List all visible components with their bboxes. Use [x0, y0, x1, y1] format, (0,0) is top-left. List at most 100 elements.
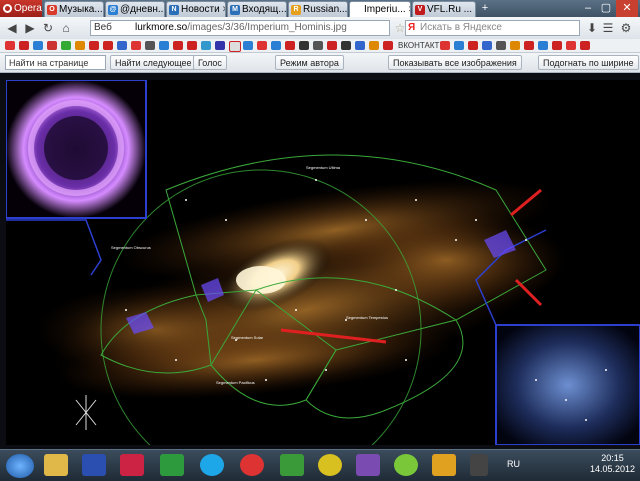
bookmark-icon[interactable] — [229, 41, 241, 52]
home-button[interactable]: ⌂ — [58, 20, 74, 36]
close-icon[interactable]: ✕ — [222, 2, 225, 17]
address-field[interactable]: Веб lurkmore.so/images/3/36/Imperium_Hom… — [90, 20, 390, 36]
minimize-button[interactable]: – — [580, 0, 596, 17]
bookmark-icon[interactable] — [159, 41, 169, 50]
bookmark-icon[interactable] — [117, 41, 127, 50]
bookmark-icon[interactable] — [580, 41, 590, 50]
opera-menu-label: Opera — [14, 3, 42, 14]
author-mode-button[interactable]: Режим автора — [275, 55, 344, 70]
tab-favicon-icon: V — [415, 4, 425, 15]
bookmark-icon[interactable] — [61, 41, 71, 50]
bookmark-icon[interactable] — [482, 41, 492, 50]
bookmark-icon[interactable] — [468, 41, 478, 50]
voice-button[interactable]: Голос — [193, 55, 227, 70]
show-images-button[interactable]: Показывать все изображения — [388, 55, 522, 70]
bookmark-icon[interactable] — [173, 41, 183, 50]
bookmark-icon[interactable] — [47, 41, 57, 50]
download-icon[interactable]: ⬇ — [584, 20, 600, 36]
tab-inbox[interactable]: M Входящ... ✕ — [227, 1, 287, 17]
tab-label: Входящ... — [242, 4, 287, 15]
tab-bar: Opera O Музыка... ✕ @ @дневн... ✕ N Ново… — [0, 0, 640, 17]
skype-icon[interactable] — [200, 454, 224, 476]
bookmark-icon[interactable] — [524, 41, 534, 50]
bookmark-icon[interactable] — [271, 41, 281, 50]
new-tab-button[interactable]: + — [479, 0, 491, 17]
bookmark-icon[interactable] — [201, 41, 211, 50]
bookmark-icon[interactable] — [89, 41, 99, 50]
address-toolbar: ◀ ▶ ↻ ⌂ Веб lurkmore.so/images/3/36/Impe… — [0, 17, 640, 40]
bookmark-icon[interactable] — [33, 41, 43, 50]
bookmark-icon[interactable] — [566, 41, 576, 50]
search-input[interactable]: Я Искать в Яндексе — [405, 20, 580, 36]
save-icon[interactable] — [82, 454, 106, 476]
bookmark-icon[interactable] — [454, 41, 464, 50]
media-icon[interactable] — [356, 454, 380, 476]
opera-taskbar-icon[interactable] — [240, 454, 264, 476]
close-icon[interactable]: ✕ — [474, 2, 475, 17]
bookmark-icon[interactable] — [243, 41, 253, 50]
bookmark-icon[interactable] — [369, 41, 379, 50]
bookmark-icon[interactable] — [19, 41, 29, 50]
utorrent-icon[interactable] — [280, 454, 304, 476]
tab-diary[interactable]: @ @дневн... ✕ — [105, 1, 165, 17]
bookmark-icon[interactable] — [538, 41, 548, 50]
yandex-icon: Я — [408, 22, 416, 33]
close-icon[interactable]: ✕ — [408, 2, 410, 17]
bookmark-icon[interactable] — [145, 41, 155, 50]
tasks-icon[interactable] — [432, 454, 456, 476]
bookmark-icon[interactable] — [327, 41, 337, 50]
bookmark-icon[interactable] — [131, 41, 141, 50]
drive-icon[interactable] — [160, 454, 184, 476]
start-button[interactable] — [6, 454, 34, 478]
label-segmentum-solar: Segmentum Solar — [231, 335, 264, 340]
url-scheme-label: Веб — [94, 22, 112, 33]
url-path: /images/3/36/Imperium_Hominis.jpg — [187, 22, 347, 33]
bookmark-icon[interactable] — [75, 41, 85, 50]
explorer-icon[interactable] — [44, 454, 68, 476]
tab-russian[interactable]: R Russian... ✕ — [288, 1, 348, 17]
label-segmentum-pacificus: Segmentum Pacificus — [216, 380, 255, 385]
bookmark-icon[interactable] — [103, 41, 113, 50]
bookmark-icon[interactable] — [285, 41, 295, 50]
back-button[interactable]: ◀ — [4, 20, 20, 36]
tab-vfl[interactable]: V VFL.Ru ... ✕ — [412, 1, 476, 17]
media-player-icon[interactable] — [120, 454, 144, 476]
tab-favicon-icon — [352, 4, 362, 15]
bookmark-icon[interactable] — [5, 41, 15, 50]
bookmark-icon[interactable] — [215, 41, 225, 50]
fit-width-button[interactable]: Подогнать по ширине — [538, 55, 639, 70]
sidebar-icon[interactable]: ☰ — [600, 20, 616, 36]
forward-button[interactable]: ▶ — [22, 20, 38, 36]
tab-music[interactable]: O Музыка... ✕ — [44, 1, 104, 17]
language-indicator[interactable]: RU — [507, 459, 520, 469]
bookmark-icon[interactable] — [510, 41, 520, 50]
bookmark-icon[interactable] — [383, 41, 393, 50]
find-next-button[interactable]: Найти следующее — [110, 55, 197, 70]
bookmark-icon[interactable] — [440, 41, 450, 50]
search-placeholder: Искать в Яндексе — [420, 22, 502, 33]
bookmark-icon[interactable] — [299, 41, 309, 50]
bookmark-icon[interactable] — [187, 41, 197, 50]
tab-imperium[interactable]: Imperiu... ✕ — [349, 1, 411, 17]
bookmark-icon[interactable] — [552, 41, 562, 50]
tab-news[interactable]: N Новости ✕ — [166, 1, 226, 17]
bookmark-icon[interactable] — [257, 41, 267, 50]
maximize-button[interactable]: ▢ — [598, 0, 614, 17]
bookmark-vk-label[interactable]: ВКОНТАКТЕ — [398, 39, 445, 52]
tab-label: @дневн... — [120, 4, 165, 15]
tray-app-icon[interactable] — [470, 454, 488, 476]
bookmark-icon[interactable] — [341, 41, 351, 50]
galaxy-map-image[interactable]: Segmentum Ultima Segmentum Obscurus Segm… — [6, 80, 640, 445]
close-window-button[interactable]: ✕ — [616, 0, 638, 17]
qip-icon[interactable] — [318, 454, 342, 476]
find-input[interactable]: Найти на странице — [5, 55, 106, 70]
bookmark-icon[interactable] — [496, 41, 506, 50]
opera-menu-button[interactable]: Opera — [0, 0, 42, 17]
reload-button[interactable]: ↻ — [40, 20, 56, 36]
menu-icon[interactable]: ⚙ — [618, 20, 634, 36]
bookmarks-bar: ВКОНТАКТЕ — [0, 39, 640, 53]
bookmark-icon[interactable] — [313, 41, 323, 50]
icq-icon[interactable] — [394, 454, 418, 476]
system-clock[interactable]: 20:15 14.05.2012 — [590, 453, 635, 475]
bookmark-icon[interactable] — [355, 41, 365, 50]
